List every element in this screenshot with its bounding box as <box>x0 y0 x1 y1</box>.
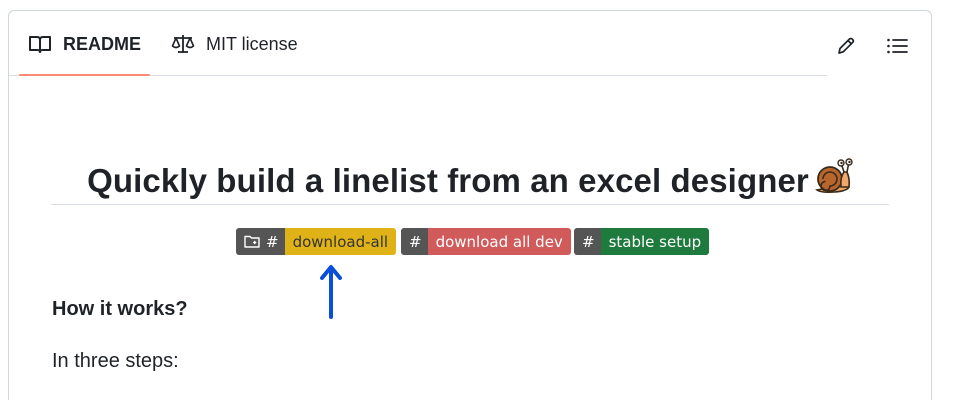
folder-icon <box>244 235 260 248</box>
tab-readme-label: README <box>63 33 142 54</box>
tab-license-label: MIT license <box>206 33 298 54</box>
badge-stable-setup-label: # <box>574 228 601 255</box>
active-tab-indicator <box>19 74 150 76</box>
readme-title: Quickly build a linelist from an excel d… <box>51 157 889 203</box>
badge-download-all-label: # <box>236 228 285 255</box>
law-scale-icon <box>171 35 195 53</box>
title-divider <box>51 204 889 205</box>
edit-readme-button[interactable] <box>831 31 861 61</box>
badge-download-all-dev-value: download all dev <box>427 228 571 255</box>
badge-download-all-dev[interactable]: # download all dev <box>401 228 571 255</box>
badge-stable-setup[interactable]: # stable setup <box>574 228 710 255</box>
readme-tab-bar: README MIT license <box>9 11 931 77</box>
book-icon <box>29 36 51 53</box>
readme-title-text: Quickly build a linelist from an excel d… <box>87 162 809 199</box>
badge-download-all-value: download-all <box>284 228 397 255</box>
pencil-icon <box>838 37 855 54</box>
outline-button[interactable] <box>882 31 912 61</box>
badge-stable-setup-value: stable setup <box>600 228 710 255</box>
tab-license[interactable]: MIT license <box>171 11 298 77</box>
list-unordered-icon <box>887 38 908 54</box>
arrow-up-icon <box>320 265 342 319</box>
readme-panel: README MIT license Quickly build a linel… <box>8 10 932 400</box>
tab-readme[interactable]: README <box>28 11 141 77</box>
badge-download-all[interactable]: # download-all <box>236 228 397 255</box>
snail-icon <box>813 157 853 203</box>
section-heading: How it works? <box>52 298 188 320</box>
badge-download-all-dev-label: # <box>401 228 428 255</box>
badge-download-all-hash: # <box>266 232 279 251</box>
intro-paragraph: In three steps: <box>52 350 179 372</box>
